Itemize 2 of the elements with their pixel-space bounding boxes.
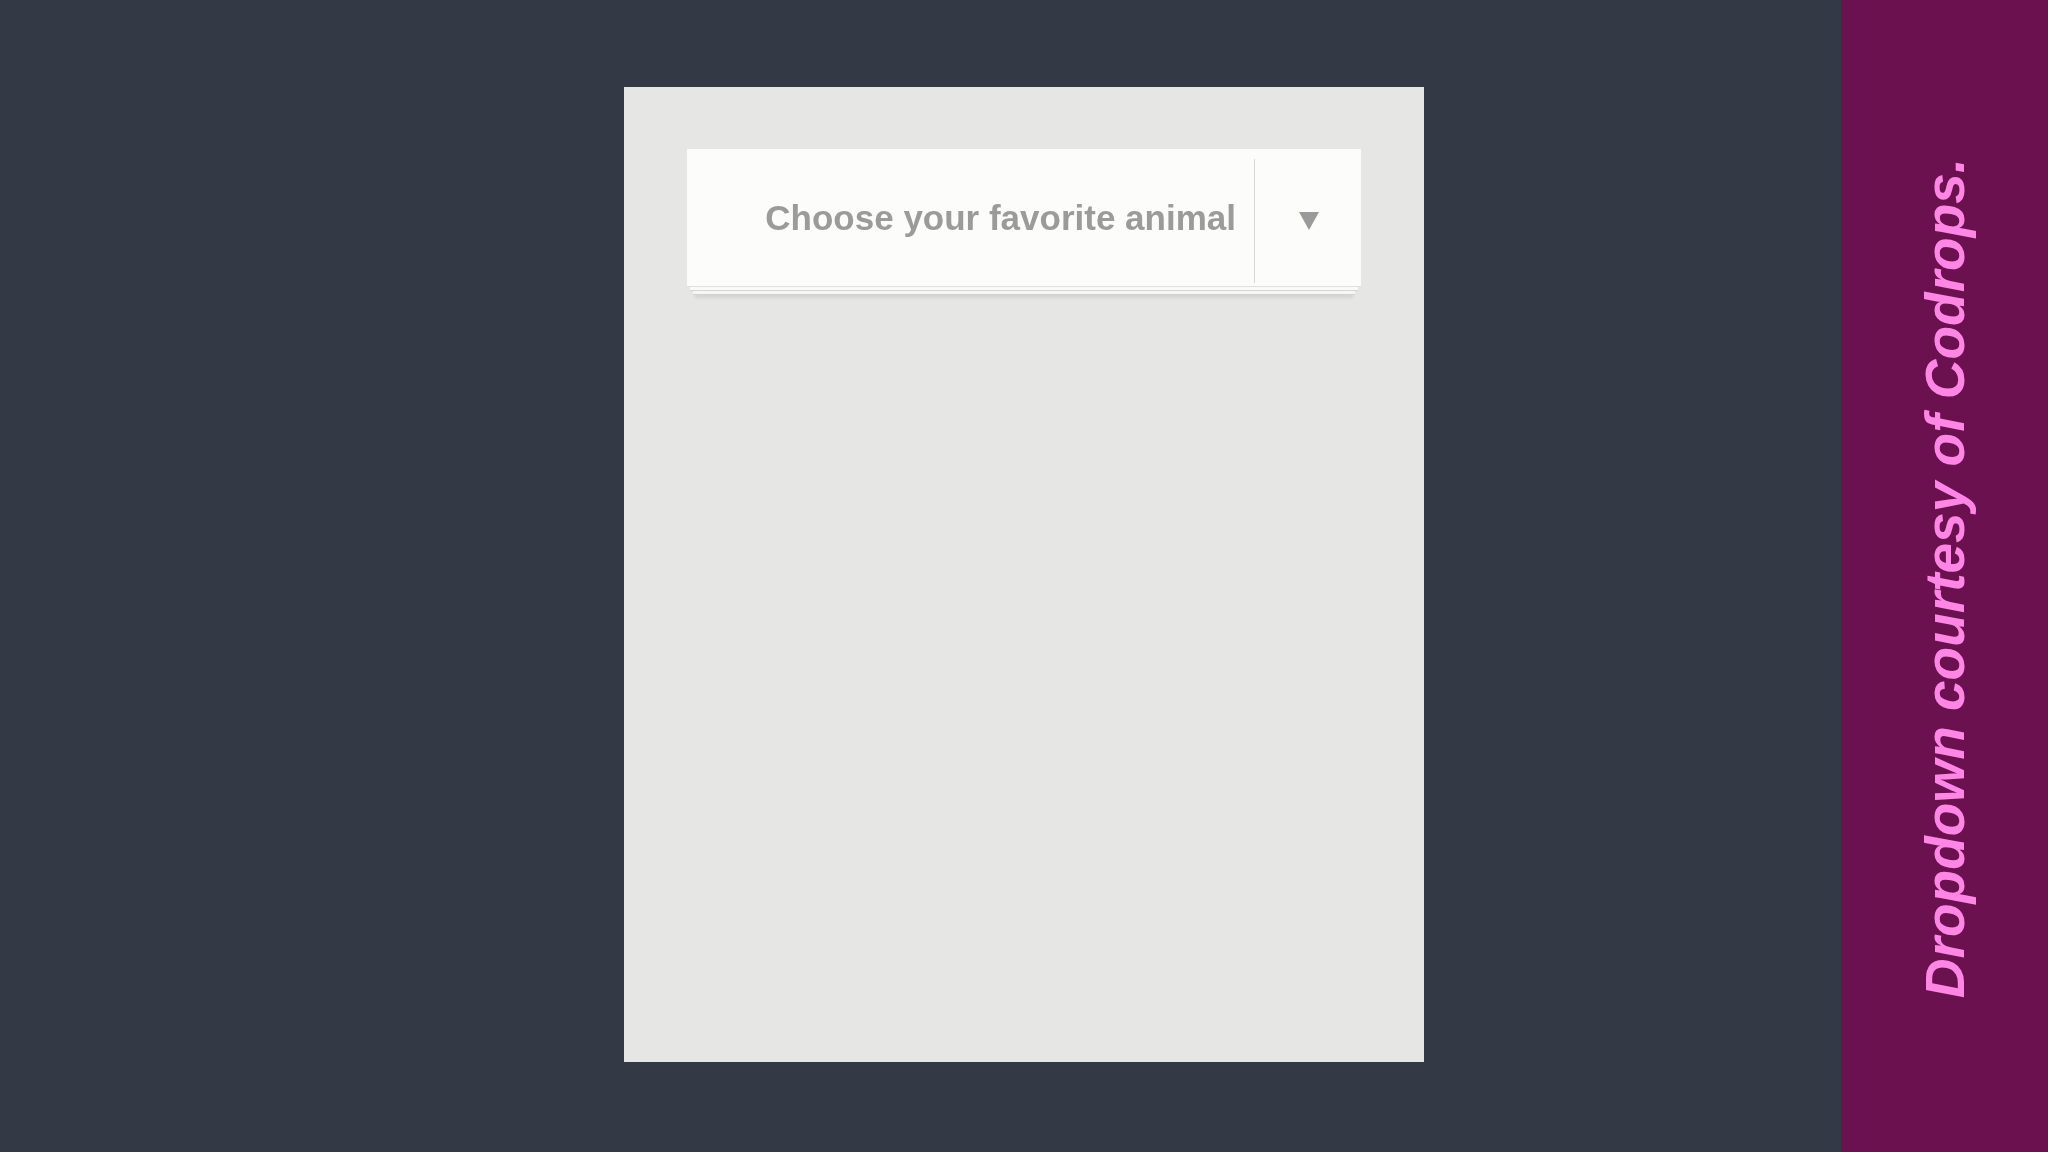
credit-text: Dropdown courtesy of Codrops. <box>1912 157 1977 999</box>
caret-icon <box>1299 211 1319 230</box>
